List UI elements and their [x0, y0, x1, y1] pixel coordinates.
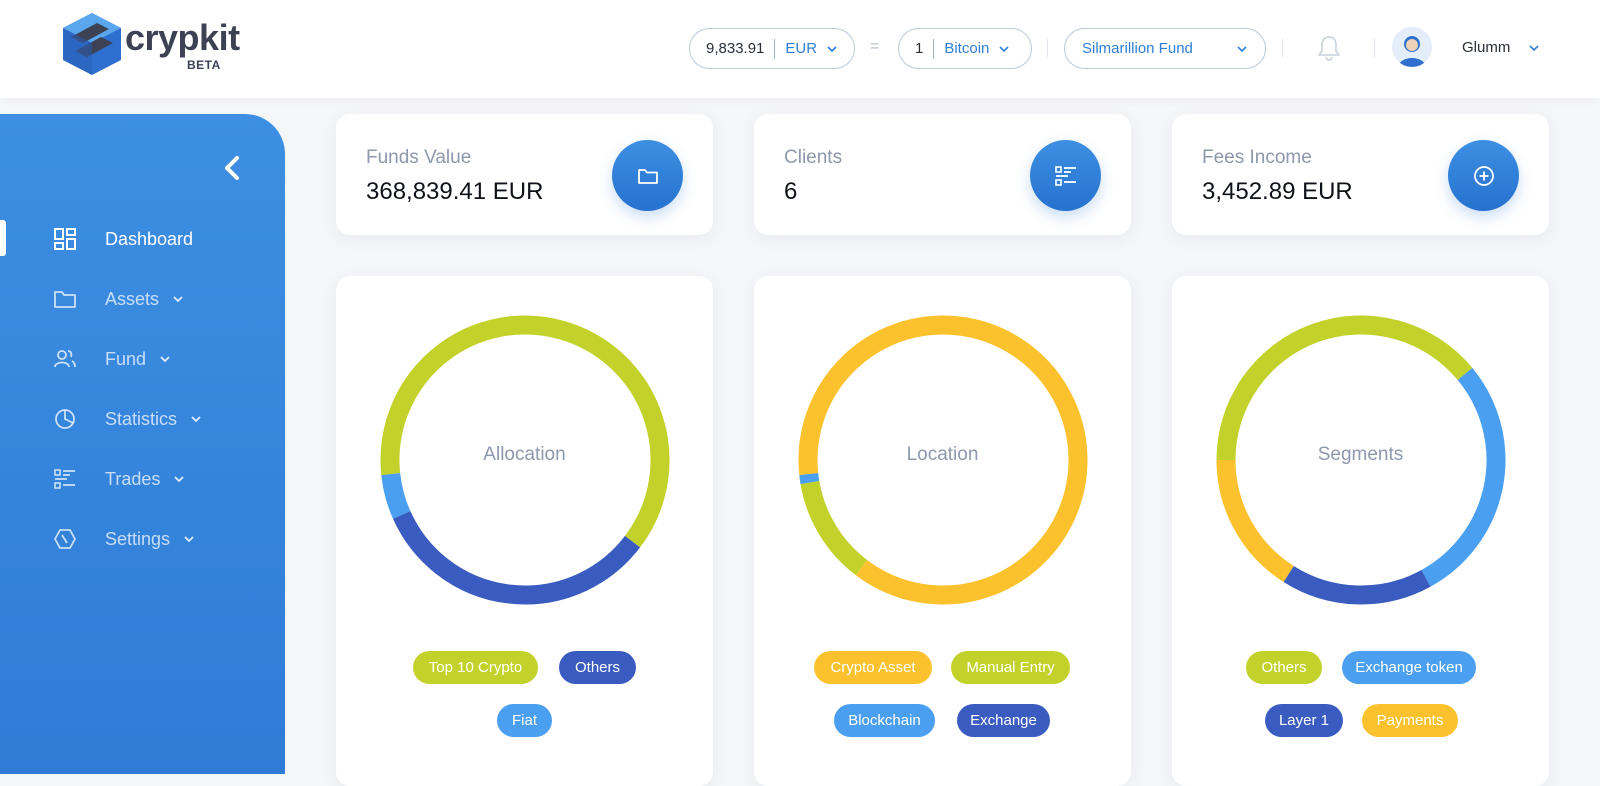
fund-name: Silmarillion Fund [1082, 40, 1193, 57]
legend-chip[interactable]: Top 10 Crypto [413, 651, 538, 684]
folder-icon [637, 168, 658, 184]
chevron-down-icon [160, 356, 170, 363]
legend-chip[interactable]: Others [559, 651, 636, 684]
sidebar-item-label: Trades [105, 468, 161, 489]
avatar[interactable] [1392, 27, 1432, 67]
sidebar-item-statistics[interactable]: Statistics [52, 404, 252, 434]
plus-circle-icon [1473, 165, 1494, 186]
stat-label: Fees Income [1202, 147, 1312, 168]
clients-button[interactable] [1030, 140, 1101, 211]
sidebar-item-label: Statistics [105, 408, 178, 429]
chevron-down-icon [173, 296, 183, 303]
beta-badge: BETA [187, 58, 221, 72]
stat-label: Funds Value [366, 147, 472, 168]
fund-selector[interactable]: Silmarillion Fund [1064, 28, 1266, 69]
donut-slice-payments[interactable] [1216, 459, 1294, 583]
stat-card-funds-value: Funds Value 368,839.41 EUR [336, 114, 713, 235]
sidebar-item-label: Dashboard [105, 228, 194, 249]
legend-chip[interactable]: Manual Entry [951, 651, 1070, 684]
chart-title: Allocation [483, 444, 566, 465]
donut-slice-layer-1[interactable] [1283, 565, 1431, 605]
chevron-down-icon [999, 45, 1009, 52]
users-icon [54, 350, 76, 368]
donut-slice-top-10-crypto[interactable] [380, 315, 670, 548]
chart-card-location: Location Crypto Asset Manual Entry Block… [754, 276, 1131, 786]
header-divider [1047, 39, 1048, 57]
stat-value: 368,839.41 EUR [366, 178, 544, 205]
sidebar-item-label: Settings [105, 528, 171, 549]
legend-chip[interactable]: Blockchain [834, 704, 935, 737]
list-icon [54, 469, 75, 489]
chevron-left-icon[interactable] [220, 152, 244, 184]
chevron-down-icon [191, 416, 201, 423]
amount-value: 9,833.91 [706, 40, 765, 57]
sidebar-item-dashboard[interactable]: Dashboard [52, 224, 252, 254]
crypto-selector[interactable]: 1 Bitcoin [898, 28, 1032, 69]
user-avatar-icon [1392, 27, 1432, 67]
stat-card-clients: Clients 6 [754, 114, 1131, 235]
chevron-down-icon [174, 476, 184, 483]
bell-icon[interactable] [1316, 34, 1342, 62]
crypto-value: 1 [915, 40, 924, 57]
stat-card-fees-income: Fees Income 3,452.89 EUR [1172, 114, 1549, 235]
legend-chip[interactable]: Exchange [957, 704, 1050, 737]
sidebar-item-label: Assets [105, 288, 160, 309]
donut-slice-exchange-token[interactable] [1421, 367, 1506, 587]
legend-chip[interactable]: Crypto Asset [814, 651, 932, 684]
crypkit-logo-icon [63, 13, 121, 75]
legend-chip[interactable]: Layer 1 [1265, 704, 1343, 737]
legend-chip[interactable]: Others [1246, 651, 1322, 684]
list-icon [1054, 165, 1076, 186]
donut-slice-fiat[interactable] [381, 472, 411, 519]
fees-button[interactable] [1448, 140, 1519, 211]
sidebar-item-assets[interactable]: Assets [52, 284, 252, 314]
legend-chip[interactable]: Payments [1362, 704, 1458, 737]
chart-card-segments: Segments Others Exchange token Layer 1 P… [1172, 276, 1549, 786]
donut-slice-others[interactable] [392, 510, 641, 605]
chart-title: Location [906, 444, 979, 465]
chart-card-allocation: Allocation Top 10 Crypto Others Fiat [336, 276, 713, 786]
stat-value: 6 [784, 178, 798, 205]
active-nav-marker [0, 220, 6, 256]
sidebar-item-settings[interactable]: Settings [52, 524, 252, 554]
stat-value: 3,452.89 EUR [1202, 178, 1353, 205]
username[interactable]: Glumm [1462, 39, 1510, 56]
brand-name: crypkit [125, 17, 240, 58]
legend-chip[interactable]: Fiat [497, 704, 552, 737]
donut-slice-others[interactable] [1216, 315, 1473, 461]
chart-title: Segments [1317, 444, 1404, 465]
hexagon-icon [54, 529, 76, 549]
sidebar: Dashboard Assets Fund Statistics Trades … [0, 114, 285, 774]
sidebar-item-fund[interactable]: Fund [52, 344, 252, 374]
dashboard-icon [54, 228, 76, 250]
currency-unit: EUR [785, 40, 818, 57]
chevron-down-icon [184, 536, 194, 543]
brand-logo[interactable]: crypkit BETA [63, 13, 253, 75]
donut-slice-manual-entry[interactable] [800, 480, 868, 576]
donut-slice-blockchain[interactable] [799, 473, 820, 485]
chevron-down-icon [827, 45, 837, 52]
legend-chip[interactable]: Exchange token [1342, 651, 1476, 684]
header-divider [1282, 39, 1283, 57]
pie-chart-icon [55, 409, 75, 429]
sidebar-item-trades[interactable]: Trades [52, 464, 252, 494]
sidebar-item-label: Fund [105, 348, 147, 369]
funds-button[interactable] [612, 140, 683, 211]
folder-icon [54, 291, 76, 308]
chevron-down-icon[interactable] [1527, 41, 1541, 55]
currency-amount-selector[interactable]: 9,833.91 EUR [689, 28, 855, 69]
crypto-unit: Bitcoin [944, 40, 990, 57]
stat-label: Clients [784, 147, 843, 168]
top-header: crypkit BETA 9,833.91 EUR = 1 Bitcoin Si… [0, 0, 1600, 98]
chevron-down-icon [1237, 46, 1247, 53]
header-divider [1374, 39, 1375, 57]
equals-sign: = [870, 38, 880, 55]
